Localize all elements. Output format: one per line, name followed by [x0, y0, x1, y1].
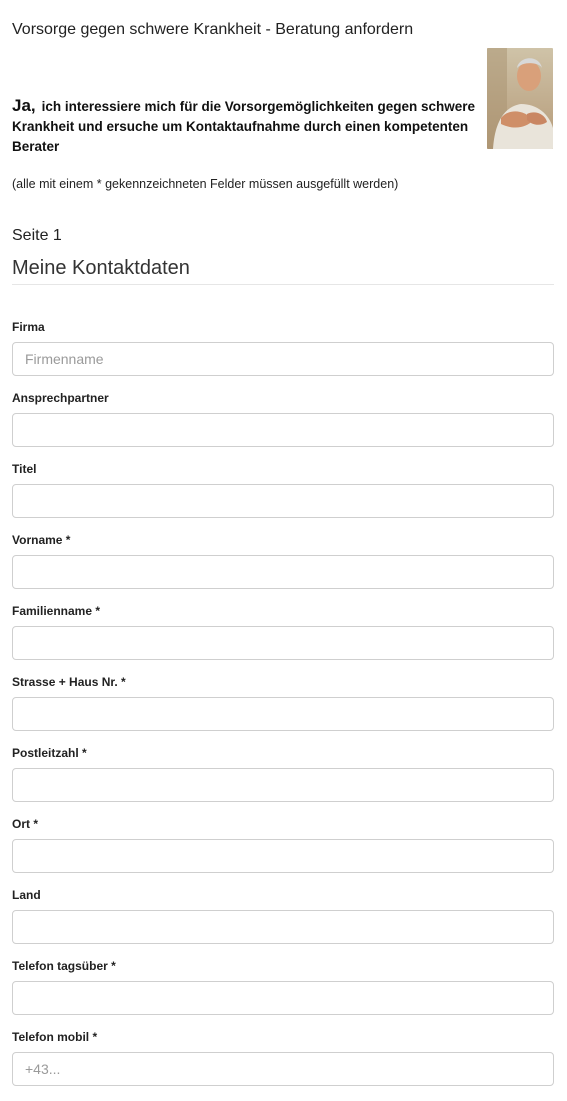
company-input[interactable] [12, 342, 554, 376]
field-label: Ansprechpartner [12, 391, 109, 405]
field-label: Titel [12, 462, 37, 476]
title-input[interactable] [12, 484, 554, 518]
daytime-phone-input[interactable] [12, 981, 554, 1015]
field-label: Vorname * [12, 533, 71, 547]
country-input[interactable] [12, 910, 554, 944]
page: Vorsorge gegen schwere Krankheit - Berat… [0, 0, 567, 1096]
man-holding-chest-image [487, 48, 553, 149]
intro-ja: Ja, [12, 96, 36, 115]
field-label: Land [12, 888, 41, 902]
last-name-input[interactable] [12, 626, 554, 660]
field-firma: Firma [12, 320, 554, 391]
required-fields-note: (alle mit einem * gekennzeichneten Felde… [12, 177, 399, 191]
field-ansprechpartner: Ansprechpartner [12, 391, 554, 462]
intro-text: ich interessiere mich für die Vorsorgemö… [12, 99, 476, 154]
city-input[interactable] [12, 839, 554, 873]
field-vorname: Vorname * [12, 533, 554, 604]
postal-code-input[interactable] [12, 768, 554, 802]
section-title: Meine Kontaktdaten [12, 257, 190, 279]
field-telefon-tagsueber: Telefon tagsüber * [12, 959, 554, 1030]
field-label: Ort * [12, 817, 39, 831]
page-title: Vorsorge gegen schwere Krankheit - Berat… [12, 21, 414, 38]
street-input[interactable] [12, 697, 554, 731]
first-name-input[interactable] [12, 555, 554, 589]
header-photo [487, 48, 553, 149]
field-familienname: Familienname * [12, 604, 554, 675]
field-strasse: Strasse + Haus Nr. * [12, 675, 554, 746]
field-telefon-mobil: Telefon mobil * [12, 1030, 554, 1101]
field-label: Postleitzahl * [12, 746, 87, 760]
field-label: Familienname * [12, 604, 101, 618]
field-label: Telefon mobil * [12, 1030, 98, 1044]
field-ort: Ort * [12, 817, 554, 888]
field-label: Telefon tagsüber * [12, 959, 116, 973]
intro-statement: Ja, ich interessiere mich für die Vorsorg… [12, 96, 482, 157]
field-titel: Titel [12, 462, 554, 533]
mobile-phone-input[interactable] [12, 1052, 554, 1086]
field-postleitzahl: Postleitzahl * [12, 746, 554, 817]
contact-person-input[interactable] [12, 413, 554, 447]
section-divider [12, 284, 554, 285]
contact-form: Firma Ansprechpartner Titel Vorname * Fa… [12, 320, 554, 1101]
page-indicator: Seite 1 [12, 227, 62, 244]
field-land: Land [12, 888, 554, 959]
field-label: Firma [12, 320, 45, 334]
field-label: Strasse + Haus Nr. * [12, 675, 126, 689]
